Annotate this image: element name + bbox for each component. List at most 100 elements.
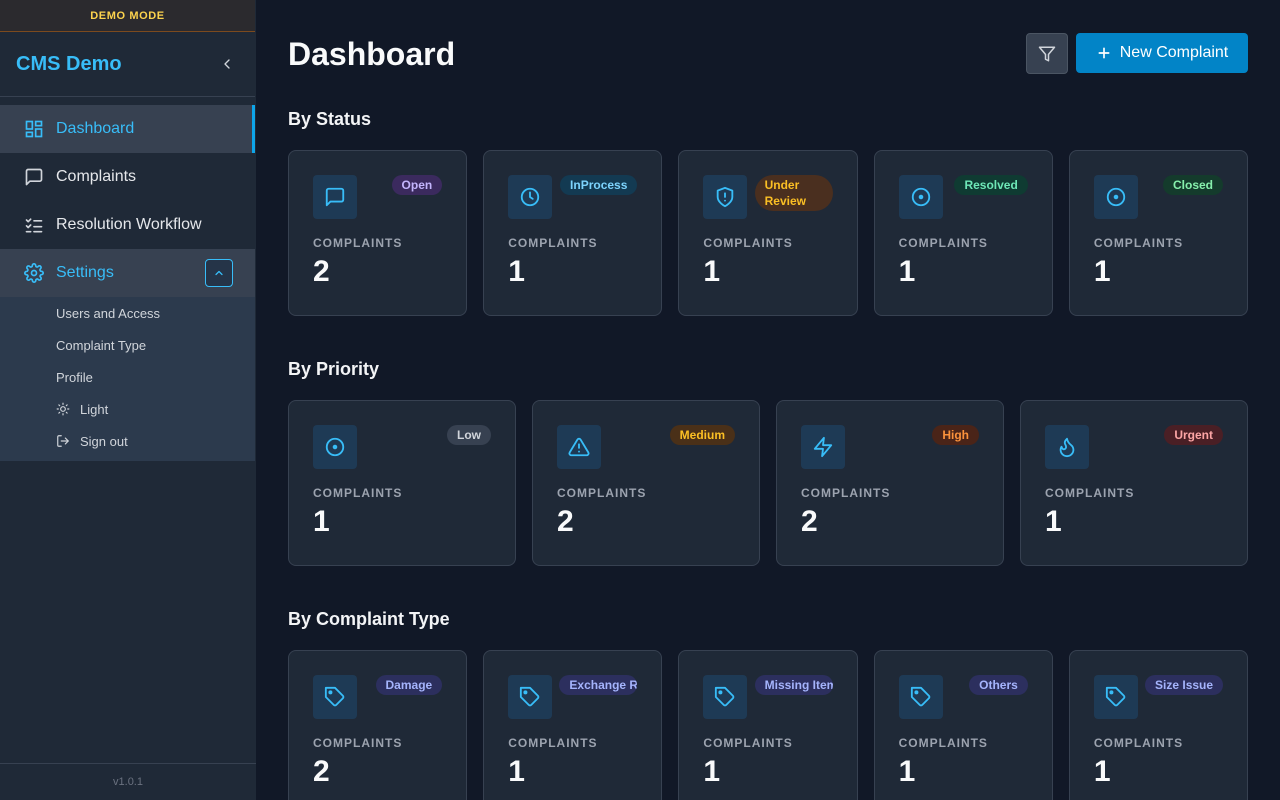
status-badge: Medium [669,425,735,445]
chevron-up-icon [215,270,223,276]
brand-header: CMS Demo [0,32,255,97]
status-badge: Closed [1163,175,1224,195]
sidebar-item-complaints[interactable]: Complaints [0,153,255,201]
card-count: 1 [898,755,916,788]
submenu-item-profile[interactable]: Profile [0,361,255,393]
card-count: 1 [508,755,525,788]
stat-card[interactable]: InProcess COMPLAINTS 1 [483,150,663,316]
card-label: COMPLAINTS [1093,236,1184,250]
section-title-priority: By Priority [288,359,380,379]
brand-title[interactable]: CMS Demo [16,53,122,76]
stat-card[interactable]: Exchange Request COMPLAINTS 1 [483,650,663,800]
theme-toggle[interactable]: Light [0,393,255,425]
stat-card[interactable]: Closed COMPLAINTS 1 [1068,150,1249,316]
card-count: 1 [1093,255,1111,288]
status-badge: Missing Item [754,675,833,695]
status-cards: Open COMPLAINTS 2 InProcess COMPLAINTS 1 Under… [288,150,1249,316]
card-count: 2 [313,755,330,788]
new-complaint-button[interactable]: New Complaint [1076,33,1248,73]
submenu-item-complaint-type[interactable]: Complaint Type [0,329,255,361]
page-title: Dashboard [288,36,456,72]
status-badge: Low [447,425,491,445]
submenu-item-users-and-access[interactable]: Users and Access [0,297,255,329]
card-label: COMPLAINTS [1093,736,1184,750]
filter-icon [1038,46,1056,61]
settings-submenu: Users and Access Complaint Type Profile … [0,297,255,461]
collapse-sidebar-button[interactable] [215,52,239,76]
target-icon [1093,175,1138,219]
sign-out-label: Sign out [80,433,128,449]
card-count: 1 [1045,505,1062,538]
stat-card[interactable]: Under Review COMPLAINTS 1 [678,150,858,316]
status-badge: Others [969,675,1028,695]
tag-icon [313,675,357,719]
tag-icon [1093,675,1138,719]
status-badge: Urgent [1164,425,1223,445]
status-badge: InProcess [560,175,638,195]
section-title-status: By Status [288,109,372,129]
sidebar-item-label: Dashboard [56,120,135,137]
stat-card[interactable]: Urgent COMPLAINTS 1 [1020,400,1248,566]
stat-card[interactable]: Others COMPLAINTS 1 [873,650,1053,800]
sidebar: DEMO MODE CMS Demo Dashboard Complaints … [0,0,256,800]
stat-card[interactable]: Medium COMPLAINTS 2 [532,400,760,566]
stat-card[interactable]: Low COMPLAINTS 1 [288,400,516,566]
chevron-left-icon [224,59,230,69]
card-label: COMPLAINTS [508,736,598,750]
sidebar-item-label: Complaints [56,168,137,185]
stat-card[interactable]: High COMPLAINTS 2 [776,400,1004,566]
stat-card[interactable]: Open COMPLAINTS 2 [288,150,468,316]
card-label: COMPLAINTS [557,486,647,500]
layout-grid-icon [24,119,44,139]
card-label: COMPLAINTS [898,736,988,750]
message-icon [313,175,357,219]
sign-out-button[interactable]: Sign out [0,425,255,457]
demo-mode-banner: DEMO MODE [0,0,255,32]
tag-icon [898,675,943,719]
card-label: COMPLAINTS [313,236,403,250]
card-count: 1 [703,255,721,288]
sidebar-nav: Dashboard Complaints Resolution Workflow… [0,97,255,461]
sidebar-item-settings[interactable]: Settings [0,249,255,297]
version-label: v1.0.1 [0,763,256,800]
log-out-icon [56,434,70,448]
status-badge: Open [391,175,443,195]
card-count: 1 [703,755,721,788]
status-badge: Size Issue [1145,675,1224,695]
stat-card[interactable]: Resolved COMPLAINTS 1 [873,150,1053,316]
card-label: COMPLAINTS [703,236,793,250]
target-icon [898,175,943,219]
sidebar-item-label: Settings [56,264,114,281]
card-label: COMPLAINTS [508,236,598,250]
plus-icon [1096,45,1112,61]
target-icon [313,425,357,469]
card-count: 1 [1093,755,1111,788]
status-badge: Exchange Request [559,675,638,695]
sidebar-item-label: Resolution Workflow [56,216,202,233]
tag-icon [703,675,748,719]
priority-cards: Low COMPLAINTS 1 Medium COMPLAINTS 2 High COMPL… [288,400,1248,566]
card-label: COMPLAINTS [801,486,891,500]
filter-button[interactable] [1026,33,1068,74]
section-title-type: By Complaint Type [288,609,450,629]
list-checks-icon [24,215,44,235]
card-count: 1 [898,255,916,288]
stat-card[interactable]: Damage COMPLAINTS 2 [288,650,468,800]
card-count: 2 [801,505,818,538]
status-badge: Under Review [754,175,833,211]
stat-card[interactable]: Size Issue COMPLAINTS 1 [1068,650,1249,800]
message-icon [24,167,44,187]
status-badge: High [932,425,979,445]
status-badge: Damage [375,675,443,695]
new-complaint-label: New Complaint [1119,44,1229,61]
shield-alert-icon [703,175,748,219]
card-count: 2 [557,505,574,538]
sidebar-item-dashboard[interactable]: Dashboard [0,105,255,153]
sidebar-item-resolution-workflow[interactable]: Resolution Workflow [0,201,255,249]
flame-icon [1045,425,1089,469]
card-label: COMPLAINTS [313,486,403,500]
stat-card[interactable]: Missing Item COMPLAINTS 1 [678,650,858,800]
gear-icon [24,263,44,283]
settings-collapse-button[interactable] [205,259,233,287]
card-count: 1 [313,505,330,538]
